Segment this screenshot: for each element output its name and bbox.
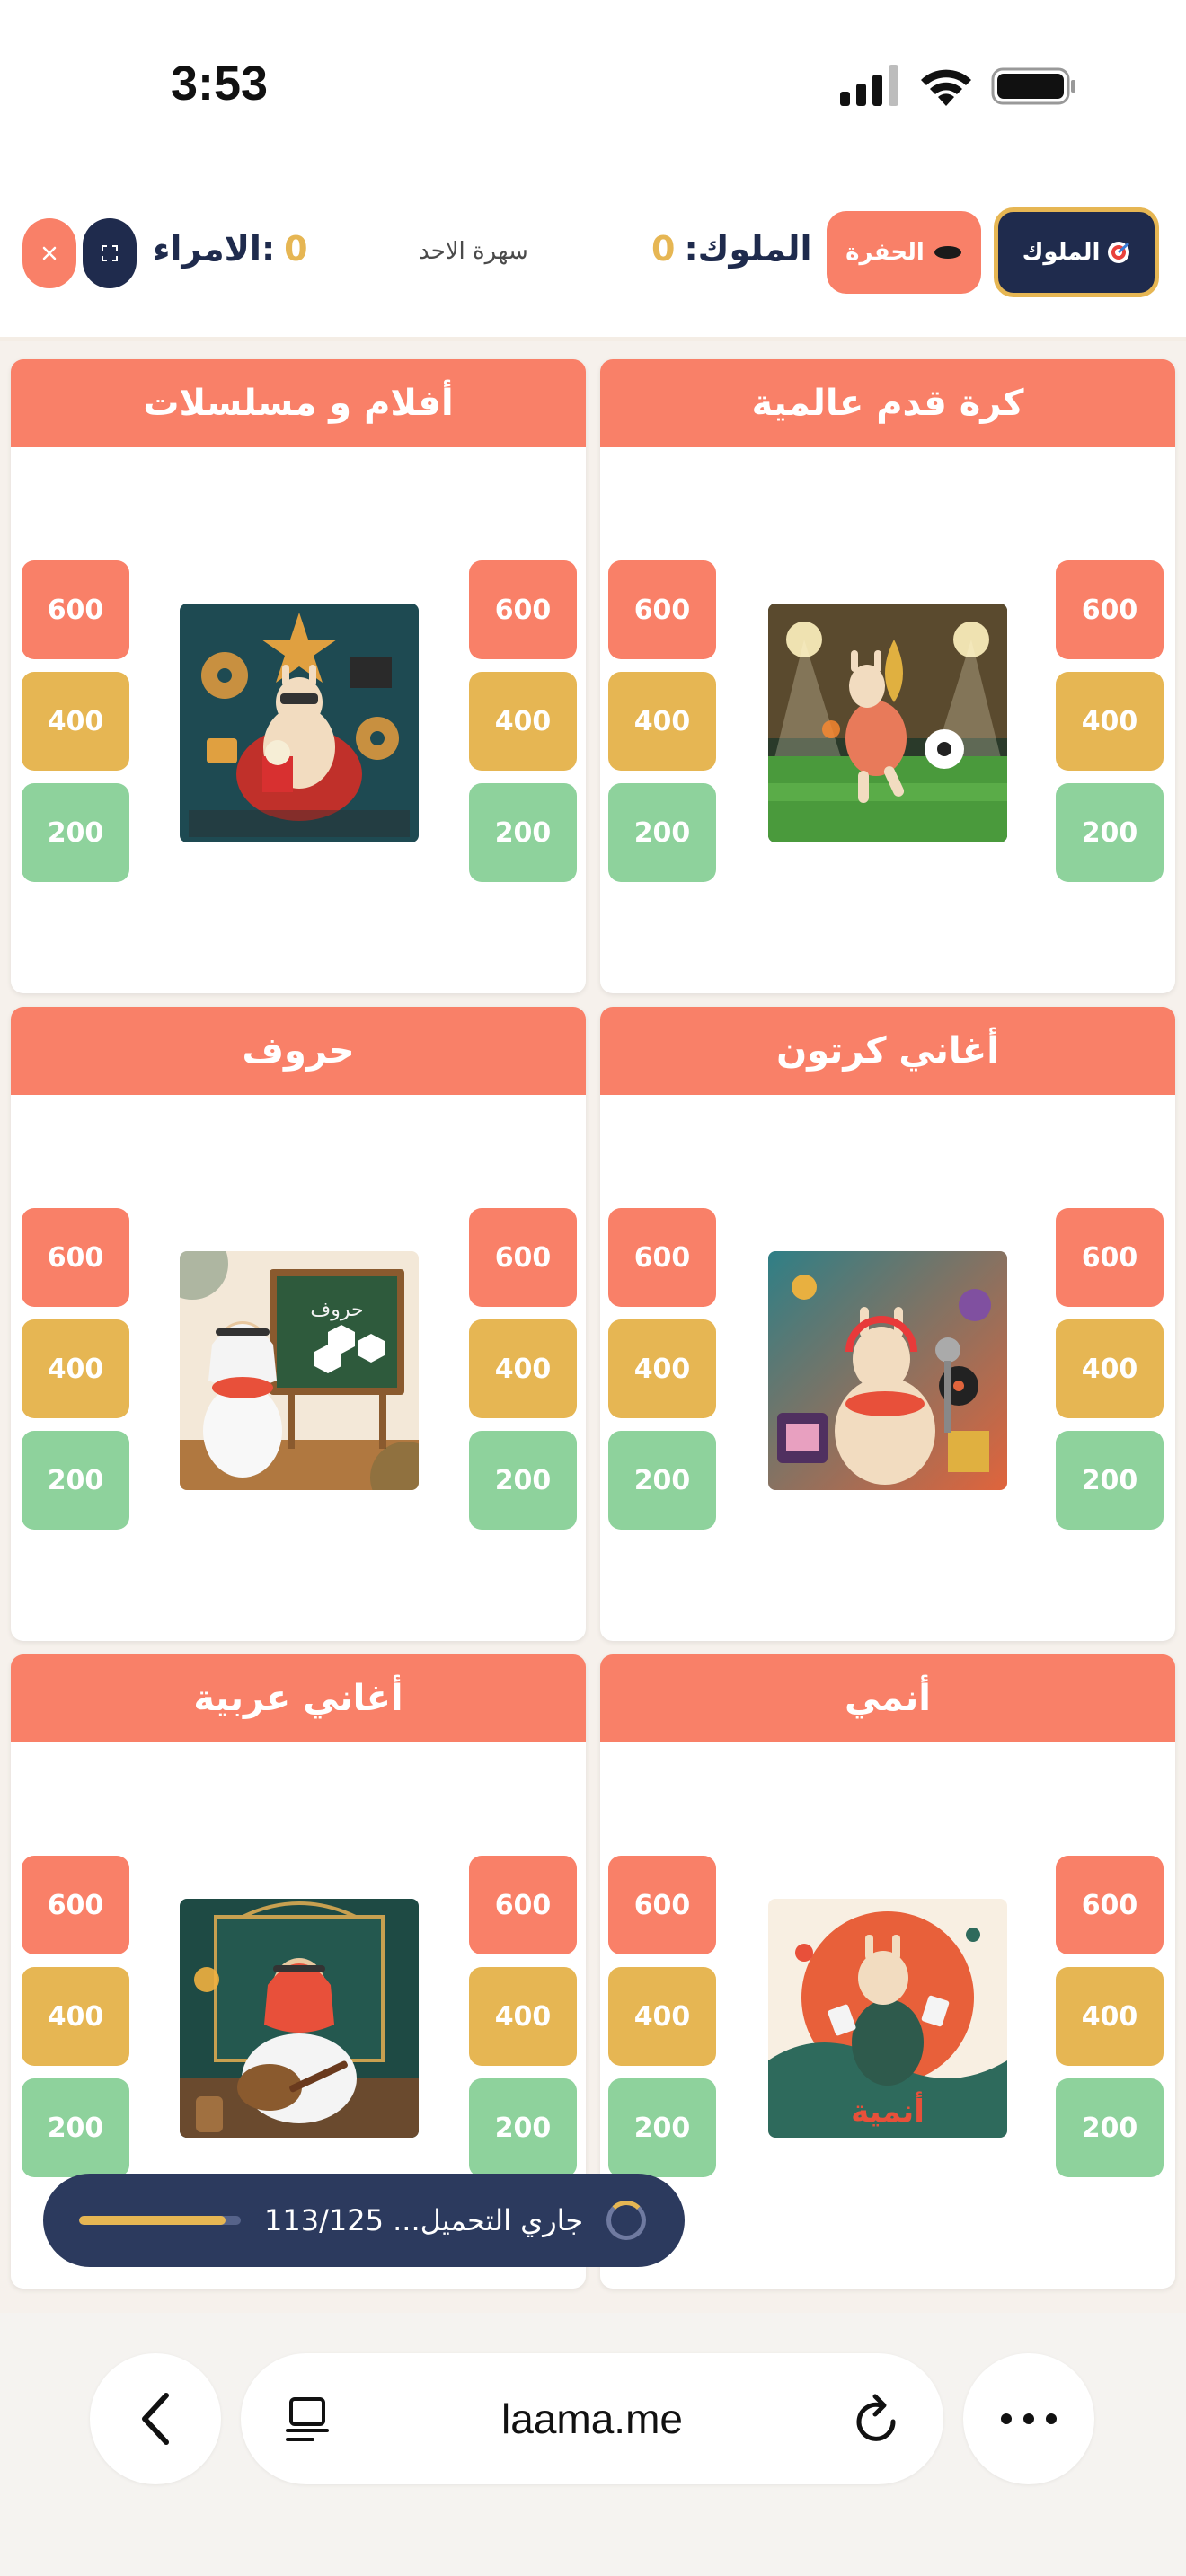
football-llama-image	[768, 604, 1007, 842]
ellipsis-icon	[1001, 2413, 1057, 2424]
movies-llama-image	[180, 604, 419, 842]
battery-icon	[991, 67, 1075, 105]
close-icon	[42, 246, 57, 260]
arabic-songs-llama-image	[180, 1899, 419, 2138]
princes-score-label: :الامراء	[153, 229, 276, 269]
points-200-button[interactable]: 200	[22, 2078, 129, 2177]
more-button[interactable]	[963, 2353, 1094, 2484]
kings-score-value: 0	[651, 229, 676, 269]
url-text: laama.me	[501, 2395, 683, 2442]
points-400-button[interactable]: 400	[608, 1967, 716, 2066]
points-200-button[interactable]: 200	[608, 783, 716, 882]
hole-icon	[934, 246, 961, 259]
points-600-button[interactable]: 600	[1056, 560, 1164, 659]
points-400-button[interactable]: 400	[1056, 1319, 1164, 1418]
points-400-button[interactable]: 400	[1056, 1967, 1164, 2066]
points-400-button[interactable]: 400	[608, 672, 716, 771]
cellular-signal-icon	[840, 65, 898, 106]
pit-button-label: الحفرة	[845, 239, 925, 266]
category-card-anime: أنمي 600 400 200 600 400 200 أنمية	[600, 1654, 1175, 2289]
game-header: الملوك الحفرة الملوك: 0 سهرة الاحد 0 :ال…	[0, 202, 1186, 337]
points-400-button[interactable]: 400	[22, 672, 129, 771]
session-name: سهرة الاحد	[419, 238, 528, 265]
anime-logo-text: أنمية	[851, 2091, 925, 2130]
kings-score: الملوك: 0	[651, 229, 812, 269]
status-bar: 3:53	[0, 0, 1186, 171]
letters-llama-image: حروف	[180, 1251, 419, 1490]
points-200-button[interactable]: 200	[1056, 783, 1164, 882]
points-600-button[interactable]: 600	[608, 1856, 716, 1954]
points-400-button[interactable]: 400	[469, 1967, 577, 2066]
anime-llama-image: أنمية	[768, 1899, 1007, 2138]
chevron-left-icon	[142, 2393, 169, 2445]
address-bar[interactable]: laama.me	[241, 2353, 943, 2484]
category-card-football: كرة قدم عالمية 600 400 200 600 400 200	[600, 359, 1175, 993]
pit-button[interactable]: الحفرة	[827, 211, 981, 294]
points-600-button[interactable]: 600	[469, 1208, 577, 1307]
reload-icon[interactable]	[854, 2393, 902, 2445]
fullscreen-icon	[102, 245, 118, 261]
fullscreen-button[interactable]	[83, 218, 137, 288]
category-card-movies: أفلام و مسلسلات 600 400 200 600 400 200	[11, 359, 586, 993]
category-card-cartoon-songs: أغاني كرتون 600 400 200 600 400 200	[600, 1007, 1175, 1641]
target-icon	[1108, 242, 1130, 263]
loading-spinner-icon	[606, 2201, 647, 2240]
kings-button-label: الملوك	[1022, 239, 1101, 266]
points-600-button[interactable]: 600	[22, 1208, 129, 1307]
loading-progress-fill	[79, 2216, 226, 2225]
loading-progress-bar	[79, 2216, 241, 2225]
category-card-letters: حروف 600 400 200 600 400 200 حروف	[11, 1007, 586, 1641]
chalkboard-letters-text: حروف	[310, 1299, 363, 1321]
category-title: حروف	[11, 1007, 586, 1095]
category-title: أغاني كرتون	[600, 1007, 1175, 1095]
princes-score: 0 :الامراء	[153, 229, 308, 269]
points-200-button[interactable]: 200	[22, 1431, 129, 1530]
points-600-button[interactable]: 600	[469, 560, 577, 659]
points-600-button[interactable]: 600	[1056, 1856, 1164, 1954]
points-400-button[interactable]: 400	[22, 1319, 129, 1418]
loading-indicator: جاري التحميل... 113/125	[43, 2174, 685, 2267]
princes-score-value: 0	[284, 229, 308, 269]
category-title: أغاني عربية	[11, 1654, 586, 1742]
back-button[interactable]	[90, 2353, 221, 2484]
close-button[interactable]	[22, 218, 76, 288]
points-400-button[interactable]: 400	[22, 1967, 129, 2066]
status-time: 3:53	[171, 57, 269, 110]
points-600-button[interactable]: 600	[608, 1208, 716, 1307]
points-600-button[interactable]: 600	[1056, 1208, 1164, 1307]
points-200-button[interactable]: 200	[469, 2078, 577, 2177]
wifi-icon	[921, 69, 971, 106]
points-600-button[interactable]: 600	[608, 560, 716, 659]
points-200-button[interactable]: 200	[608, 1431, 716, 1530]
points-200-button[interactable]: 200	[1056, 2078, 1164, 2177]
points-200-button[interactable]: 200	[608, 2078, 716, 2177]
points-600-button[interactable]: 600	[469, 1856, 577, 1954]
category-title: أنمي	[600, 1654, 1175, 1742]
category-title: أفلام و مسلسلات	[11, 359, 586, 447]
points-200-button[interactable]: 200	[469, 783, 577, 882]
points-200-button[interactable]: 200	[469, 1431, 577, 1530]
points-400-button[interactable]: 400	[608, 1319, 716, 1418]
points-200-button[interactable]: 200	[22, 783, 129, 882]
points-200-button[interactable]: 200	[1056, 1431, 1164, 1530]
points-600-button[interactable]: 600	[22, 560, 129, 659]
cartoon-songs-llama-image	[768, 1251, 1007, 1490]
loading-text: جاري التحميل... 113/125	[264, 2203, 584, 2237]
points-600-button[interactable]: 600	[22, 1856, 129, 1954]
browser-toolbar: laama.me	[0, 2313, 1186, 2576]
points-400-button[interactable]: 400	[469, 672, 577, 771]
kings-score-label: الملوك:	[684, 229, 812, 269]
points-400-button[interactable]: 400	[1056, 672, 1164, 771]
kings-team-button[interactable]: الملوك	[994, 207, 1159, 297]
category-title: كرة قدم عالمية	[600, 359, 1175, 447]
points-400-button[interactable]: 400	[469, 1319, 577, 1418]
